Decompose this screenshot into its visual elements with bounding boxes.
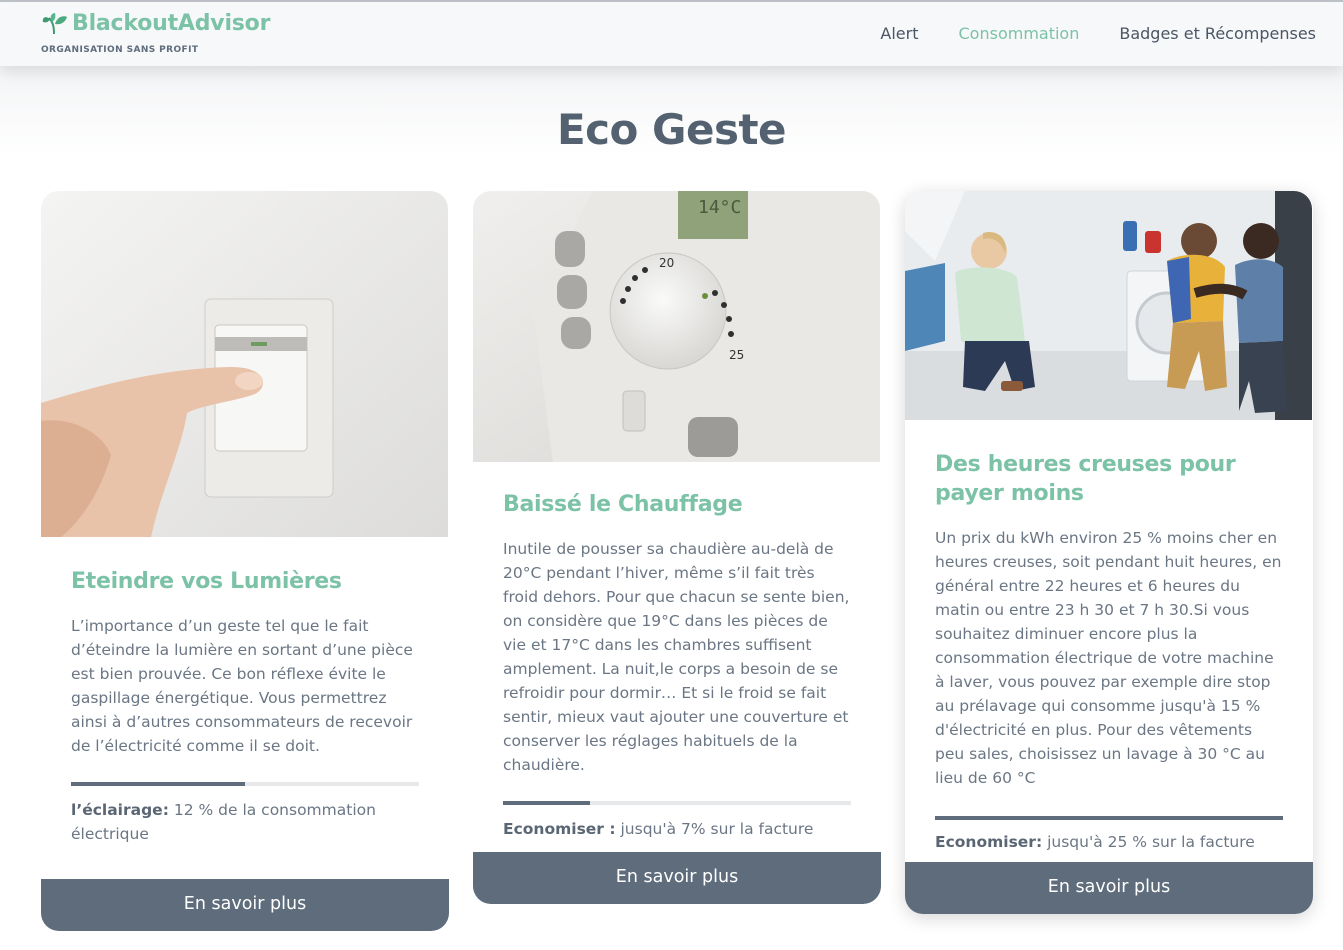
brand-name: BlackoutAdvisor xyxy=(72,11,271,36)
eco-card-off-peak: Des heures creuses pour payer moins Un p… xyxy=(905,191,1313,914)
card-description: L’importance d’un geste tel que le fait … xyxy=(71,617,413,755)
svg-text:20: 20 xyxy=(659,256,674,270)
leaf-logo-icon xyxy=(42,12,67,34)
saving-info: Economiser : jusqu'à 7% sur la facture xyxy=(503,817,851,841)
eco-card-lights: Eteindre vos Lumières L’importance d’un … xyxy=(41,191,449,931)
thermostat-image: 14°C 20 25 xyxy=(473,191,880,462)
saving-progress-bar xyxy=(71,782,419,786)
learn-more-button[interactable]: En savoir plus xyxy=(41,879,449,931)
light-switch-image xyxy=(41,191,448,537)
saving-label: Economiser: xyxy=(935,833,1043,851)
main-nav: Alert Consommation Badges et Récompenses xyxy=(840,24,1316,43)
card-description: Inutile de pousser sa chaudière au-delà … xyxy=(503,540,850,774)
saving-progress-fill xyxy=(935,816,1283,820)
saving-label: Economiser : xyxy=(503,820,616,838)
learn-more-button[interactable]: En savoir plus xyxy=(473,852,881,904)
card-title: Des heures creuses pour payer moins xyxy=(935,452,1236,506)
card-description: Un prix du kWh environ 25 % moins cher e… xyxy=(935,529,1282,787)
brand[interactable]: BlackoutAdvisor ORGANISATION SANS PROFIT xyxy=(41,11,270,55)
eco-card-heating: 14°C 20 25 Baissé le Chauffage Inutile d… xyxy=(473,191,881,904)
saving-progress-bar xyxy=(935,816,1283,820)
learn-more-button[interactable]: En savoir plus xyxy=(905,862,1313,914)
nav-badges-recompenses[interactable]: Badges et Récompenses xyxy=(1119,24,1316,43)
saving-progress-fill xyxy=(503,801,590,805)
page-title: Eco Geste xyxy=(556,105,787,154)
washing-machine-image xyxy=(905,191,1312,420)
card-title: Baissé le Chauffage xyxy=(503,492,743,517)
saving-info: l’éclairage: 12 % de la consommation éle… xyxy=(71,798,419,846)
svg-text:14°C: 14°C xyxy=(698,197,741,218)
saving-label: l’éclairage: xyxy=(71,801,169,819)
saving-progress-bar xyxy=(503,801,851,805)
svg-text:25: 25 xyxy=(729,348,744,362)
saving-info: Economiser: jusqu'à 25 % sur la facture xyxy=(935,830,1283,854)
saving-text: jusqu'à 7% sur la facture xyxy=(615,820,814,838)
brand-subtitle: ORGANISATION SANS PROFIT xyxy=(41,45,199,55)
saving-progress-fill xyxy=(71,782,245,786)
site-header: BlackoutAdvisor ORGANISATION SANS PROFIT… xyxy=(0,2,1343,66)
card-title: Eteindre vos Lumières xyxy=(71,569,342,594)
saving-text: jusqu'à 25 % sur la facture xyxy=(1042,833,1255,851)
nav-consommation[interactable]: Consommation xyxy=(959,24,1080,43)
nav-alert[interactable]: Alert xyxy=(880,24,918,43)
